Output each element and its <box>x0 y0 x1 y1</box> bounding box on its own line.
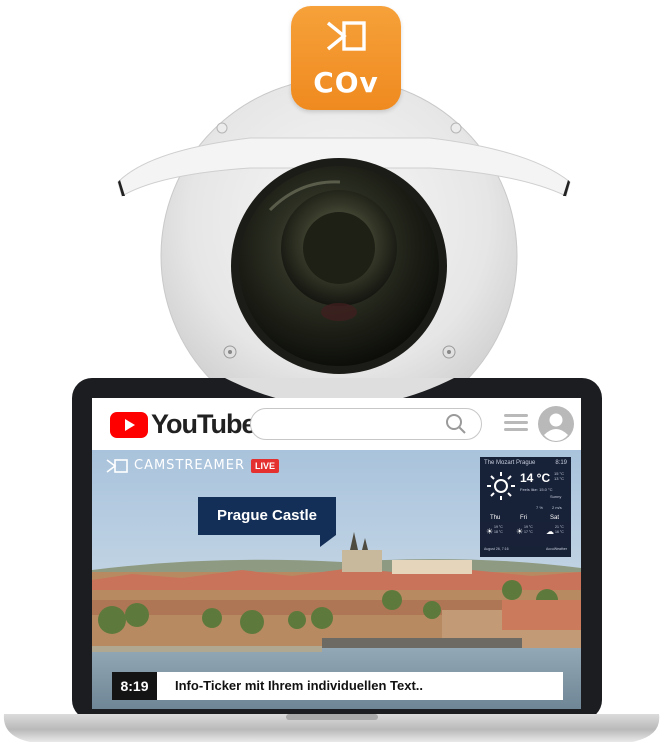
app-icon-label: COv <box>313 66 379 99</box>
weather-condition: Sunny <box>550 494 562 499</box>
callout-pointer <box>320 535 336 547</box>
weather-widget: The Mozart Prague 8:19 14 °C 15 °C 13 °C… <box>480 457 571 557</box>
forecast-sun-icon: ☀ <box>516 527 524 536</box>
menu-icon[interactable] <box>504 412 528 434</box>
youtube-header: YouTube <box>92 398 581 450</box>
camstreamer-brand: CAMSTREAMER LIVE <box>106 458 279 473</box>
forecast-day-1: Thu <box>490 515 501 521</box>
ticker-time: 8:19 <box>112 672 157 700</box>
weather-time: 8:19 <box>555 460 567 466</box>
forecast-hi-1: 19 °C <box>494 525 503 529</box>
weather-precip: 7 % <box>536 505 543 510</box>
ticker-text: Info-Ticker mit Ihrem individuellen Text… <box>157 672 563 700</box>
avatar-icon[interactable] <box>538 406 574 442</box>
live-video-stream[interactable]: CAMSTREAMER LIVE Prague Castle The Mozar… <box>92 450 581 709</box>
weather-location: The Mozart Prague <box>484 460 536 466</box>
youtube-logo-text[interactable]: YouTube <box>151 409 256 440</box>
camstreamer-logo-icon <box>106 458 128 473</box>
forecast-cloud-icon: ☁ <box>546 527 554 536</box>
weather-feels-like: Feels like: 15.0 °C <box>520 487 553 492</box>
weather-date: August 26, 7:16 <box>484 547 509 551</box>
search-input[interactable] <box>250 408 482 440</box>
weather-hi-lo: 15 °C 13 °C <box>554 471 565 481</box>
camstreamer-app-icon[interactable]: COv <box>291 6 401 110</box>
forecast-lo-2: 17 °C <box>524 530 533 534</box>
live-badge: LIVE <box>250 458 279 473</box>
weather-temperature: 14 °C <box>520 471 551 485</box>
forecast-lo-3: 16 °C <box>555 530 564 534</box>
weather-wind: 2 m/s <box>552 505 562 510</box>
forecast-sun-icon: ☀ <box>486 527 494 536</box>
laptop-base <box>3 714 660 742</box>
forecast-day-3: Sat <box>550 515 560 521</box>
camstreamer-logo-icon <box>326 21 366 51</box>
forecast-lo-1: 18 °C <box>494 530 503 534</box>
laptop-screen: YouTube CAMSTREAMER LIVE Prague Castle T… <box>92 398 581 709</box>
location-callout: Prague Castle <box>198 497 336 535</box>
sun-icon <box>487 472 515 500</box>
forecast-hi-2: 19 °C <box>524 525 533 529</box>
youtube-play-icon[interactable] <box>110 412 148 438</box>
camstreamer-wordmark: CAMSTREAMER <box>134 458 245 473</box>
forecast-day-2: Fri <box>520 515 527 521</box>
forecast-hi-3: 21 °C <box>555 525 564 529</box>
weather-provider: AccuWeather <box>546 547 567 551</box>
search-icon[interactable] <box>445 413 467 435</box>
